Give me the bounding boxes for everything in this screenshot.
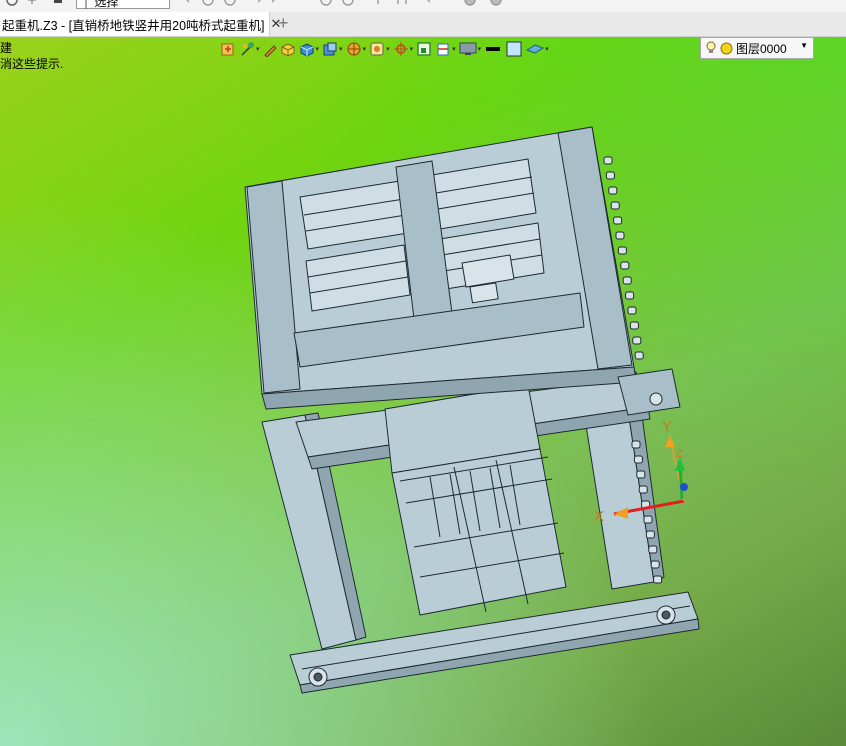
render-mode-icon [370, 42, 384, 56]
line-color-button[interactable] [484, 41, 502, 57]
undo-redo-icon[interactable] [4, 0, 64, 8]
display-mode-button[interactable]: ▾ [369, 41, 390, 57]
document-tab-bar: 起重机.Z3 - [直销桥地铁竖井用20吨桥式起重机] ✕ + [0, 12, 846, 37]
history-tool-button[interactable] [220, 41, 236, 57]
line-weight-icon [486, 47, 501, 51]
history-icon [221, 43, 234, 56]
dropdown-arrow-icon: ▾ [409, 46, 414, 53]
plane-icon [526, 44, 545, 54]
crane-rail-pin [620, 261, 630, 270]
crane-rail-pin [608, 186, 618, 195]
lightbulb-icon [706, 41, 716, 53]
section-view-button[interactable]: ▾ [435, 41, 456, 57]
layer-label: 图层0000 [736, 41, 787, 56]
crane-rail-pin [625, 291, 635, 300]
chevron-down-icon: ▼ [800, 41, 808, 50]
layer-select[interactable]: 图层0000 ▼ [700, 37, 814, 59]
cube-blue-icon [300, 43, 314, 57]
crane-rail-pin [605, 171, 615, 180]
y-axis-arrow-icon [665, 435, 675, 447]
crane-rail-pin [648, 545, 658, 554]
crane-rail-pin [634, 351, 644, 360]
crane-rail-pin [627, 306, 637, 315]
crane-rail-pin [622, 276, 632, 285]
crane-rail-pin [617, 246, 627, 255]
magic-wand-icon [241, 42, 254, 56]
x-axis-label: X [594, 508, 604, 525]
dropdown-arrow-icon: ▾ [545, 46, 549, 53]
crane-motor-base [469, 282, 499, 304]
crane-rail-pin [603, 156, 613, 165]
shaded-tool-button[interactable] [280, 41, 296, 57]
crane-rail-pin [629, 321, 639, 330]
crane-right-bracket [617, 368, 681, 416]
dropdown-arrow-icon: ▾ [452, 46, 456, 53]
layer-color-icon [720, 42, 733, 54]
crane-rail-pin [638, 485, 648, 494]
pen-tool-button[interactable] [263, 41, 277, 57]
hint-line-1: 建 [0, 41, 13, 55]
origin-icon [680, 483, 688, 491]
new-tab-button[interactable]: + [278, 14, 289, 32]
crane-rail-pin [613, 216, 623, 225]
filter-tool-button[interactable]: ▾ [239, 41, 260, 57]
pivot-button[interactable]: ▾ [393, 41, 414, 57]
crane-model[interactable]: X Y Z [0, 37, 846, 746]
dropdown-arrow-icon: ▾ [256, 46, 260, 53]
view-toolbar: ▾ ▾ ▾ ▾ ▾ ▾ ▾ ▾ ▾ [220, 39, 549, 59]
crane-rail-pin [650, 560, 660, 569]
pen-icon [263, 45, 277, 57]
quick-tools-icon [186, 0, 502, 6]
crane-rail-pin [615, 231, 625, 240]
crane-rail-pin [645, 530, 655, 539]
selection-filter-value: 选择 [94, 0, 119, 9]
render-style-button[interactable]: ▾ [346, 41, 367, 57]
crane-wheel-left-hub [313, 672, 323, 682]
3d-viewport[interactable]: 建 消这些提示. ▾ ▾ ▾ ▾ ▾ ▾ ▾ ▾ ▾ 图层0000 ▼ X Y … [0, 37, 846, 746]
dropdown-arrow-icon: ▾ [339, 46, 343, 53]
fill-color-button[interactable] [505, 41, 523, 57]
section-icon [437, 43, 449, 56]
quick-tools[interactable] [178, 0, 508, 8]
crane-rail-pin [633, 455, 643, 464]
y-axis-label: Y [662, 418, 672, 435]
crane-rail-pin [610, 201, 620, 210]
history-controls[interactable] [4, 0, 64, 8]
crane-wheel-right-hub [661, 610, 671, 620]
selection-filter-select[interactable]: ❘ 选择 [76, 0, 170, 9]
green-box-icon [417, 42, 431, 56]
display-settings-button[interactable]: ▾ [459, 41, 482, 57]
dropdown-arrow-icon: ▾ [315, 46, 320, 53]
tab-title: 起重机.Z3 - [直销桥地铁竖井用20吨桥式起重机] [2, 18, 265, 33]
crane-rail-pin [653, 575, 663, 584]
crane-rail-pin [643, 515, 653, 524]
work-plane-button[interactable]: ▾ [526, 41, 549, 57]
view-orientation-button[interactable]: ▾ [322, 41, 343, 57]
color-icon [506, 41, 522, 57]
crane-rail-pin [636, 470, 646, 479]
view-cube-icon [323, 42, 337, 56]
crane-bracket-pin [649, 392, 663, 406]
dropdown-arrow-icon: ▾ [386, 46, 390, 53]
z-axis-label: Z [676, 448, 683, 460]
monitor-icon [459, 42, 477, 55]
crane-cage-body [391, 448, 567, 616]
hint-line-2: 消这些提示. [0, 57, 64, 71]
pivot-icon [393, 42, 408, 56]
sphere-icon [347, 42, 361, 56]
tab-document[interactable]: 起重机.Z3 - [直销桥地铁竖井用20吨桥式起重机] ✕ [0, 12, 281, 36]
dropdown-arrow-icon: ▾ [477, 46, 482, 53]
cube-yellow-icon [281, 43, 295, 57]
bounding-box-button[interactable] [416, 41, 432, 57]
dropdown-arrow-icon: ▾ [362, 46, 367, 53]
solid-tool-button[interactable]: ▾ [299, 41, 320, 57]
crane-rail-pin [631, 440, 641, 449]
crane-rail-pin [632, 336, 642, 345]
